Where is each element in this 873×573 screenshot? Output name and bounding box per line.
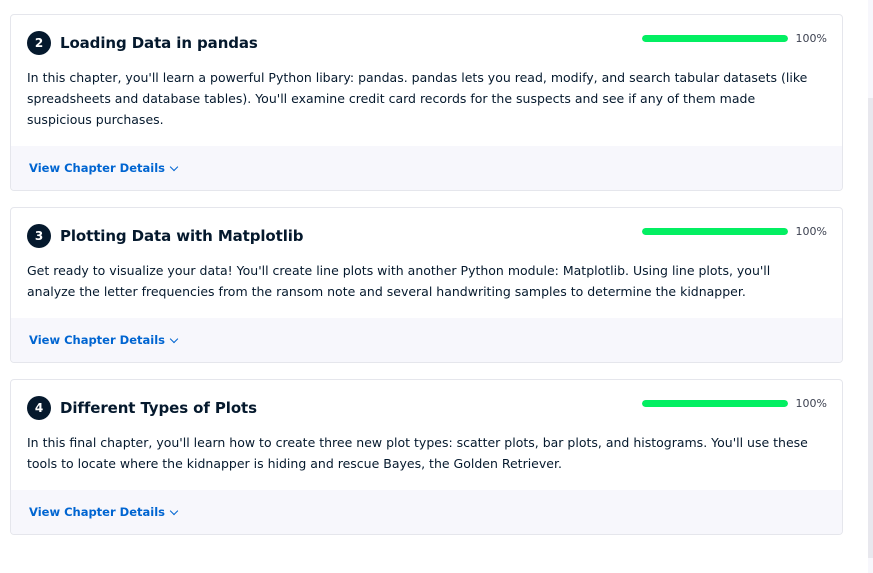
scrollbar-thumb[interactable] <box>868 98 873 558</box>
chevron-down-icon <box>169 334 179 343</box>
progress-bar-fill <box>641 35 788 42</box>
chapter-description: In this final chapter, you'll learn how … <box>27 435 808 471</box>
progress-bar <box>641 400 788 407</box>
course-chapters-page: 2 Loading Data in pandas 100% In this ch… <box>0 0 873 573</box>
view-chapter-details-button[interactable]: View Chapter Details <box>29 161 179 175</box>
chapter-title: Different Types of Plots <box>60 399 257 417</box>
view-chapter-details-button[interactable]: View Chapter Details <box>29 333 179 347</box>
progress-bar <box>641 35 788 42</box>
chapter-card: 4 Different Types of Plots 100% In this … <box>10 379 843 535</box>
chevron-down-icon <box>169 506 179 515</box>
chapter-description: In this chapter, you'll learn a powerful… <box>27 70 808 127</box>
chapter-card-body: 2 Loading Data in pandas 100% In this ch… <box>11 15 842 146</box>
chapter-card-body: 4 Different Types of Plots 100% In this … <box>11 380 842 490</box>
progress-percent: 100% <box>795 225 827 238</box>
chapter-card: 2 Loading Data in pandas 100% In this ch… <box>10 14 843 191</box>
chevron-down-icon <box>169 162 179 171</box>
chapter-card-footer: View Chapter Details <box>11 146 842 190</box>
progress-percent: 100% <box>795 397 827 410</box>
progress-bar-fill <box>641 400 788 407</box>
view-chapter-details-label: View Chapter Details <box>29 505 165 519</box>
chapter-card-footer: View Chapter Details <box>11 490 842 534</box>
progress-bar <box>641 228 788 235</box>
view-chapter-details-label: View Chapter Details <box>29 333 165 347</box>
chapter-number-badge: 3 <box>27 224 51 248</box>
chapter-title: Loading Data in pandas <box>60 34 258 52</box>
view-chapter-details-button[interactable]: View Chapter Details <box>29 505 179 519</box>
chapter-title: Plotting Data with Matplotlib <box>60 227 304 245</box>
chapter-number-badge: 2 <box>27 31 51 55</box>
chapter-number-badge: 4 <box>27 396 51 420</box>
chapter-progress: 100% <box>641 32 827 45</box>
chapter-progress: 100% <box>641 225 827 238</box>
chapter-description: Get ready to visualize your data! You'll… <box>27 263 771 299</box>
progress-bar-fill <box>641 228 788 235</box>
chapter-card-body: 3 Plotting Data with Matplotlib 100% Get… <box>11 208 842 318</box>
chapter-card-footer: View Chapter Details <box>11 318 842 362</box>
chapter-card: 3 Plotting Data with Matplotlib 100% Get… <box>10 207 843 363</box>
scrollbar-track[interactable] <box>868 0 873 573</box>
view-chapter-details-label: View Chapter Details <box>29 161 165 175</box>
progress-percent: 100% <box>795 32 827 45</box>
chapter-progress: 100% <box>641 397 827 410</box>
